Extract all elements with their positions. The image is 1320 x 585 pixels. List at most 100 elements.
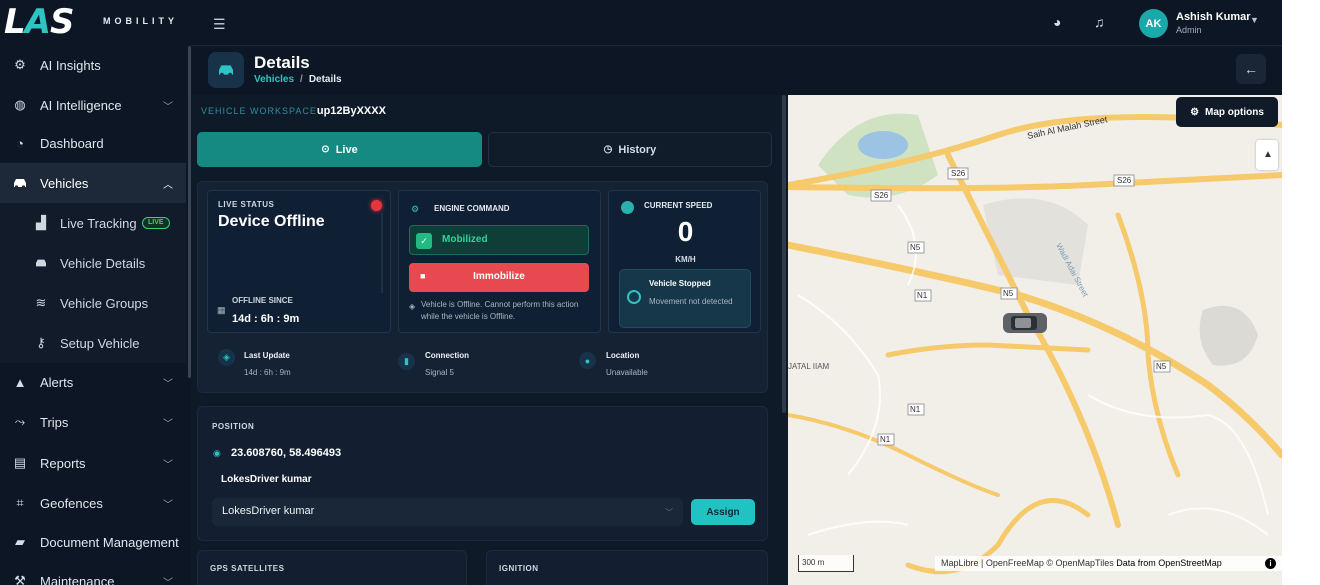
map-pin-icon: ⊙ bbox=[321, 144, 330, 155]
sidebar-item-label: AI Insights bbox=[40, 57, 101, 73]
road-shield-label: S26 bbox=[874, 191, 889, 200]
map-attribution: MapLibre | OpenFreeMap © OpenMapTiles Da… bbox=[935, 556, 1282, 571]
assign-button[interactable]: Assign bbox=[691, 499, 755, 525]
status-bar bbox=[381, 213, 383, 293]
gear-icon: ⚙ bbox=[1190, 106, 1200, 118]
sidebar-item-trips[interactable]: ⤳ Trips ﹀ bbox=[0, 402, 186, 442]
immobilize-button[interactable]: ■ Immobilize bbox=[409, 263, 589, 292]
speed-unit: KM/H bbox=[675, 255, 696, 264]
chevron-down-icon: ﹀ bbox=[163, 418, 173, 430]
robot-icon: ⚙ bbox=[14, 57, 26, 72]
vehicle-marker bbox=[1003, 313, 1047, 333]
sidebar-subitem-vehicle-groups[interactable]: ≋ Vehicle Groups bbox=[0, 283, 186, 323]
lake bbox=[858, 131, 908, 159]
breadcrumb-link-vehicles[interactable]: Vehicles bbox=[254, 74, 294, 85]
attribution-text: MapLibre | OpenFreeMap © OpenMapTiles bbox=[941, 558, 1114, 568]
offline-since-value: 14d : 6h : 9m bbox=[232, 313, 300, 325]
speed-label: CURRENT SPEED bbox=[644, 201, 713, 210]
car-icon bbox=[33, 256, 49, 271]
ignition-card: IGNITION bbox=[486, 550, 768, 585]
position-coords: 23.608760, 58.496493 bbox=[231, 447, 342, 459]
sidebar-item-label: Reports bbox=[40, 455, 86, 471]
driver-name: LokesDriver kumar bbox=[221, 474, 312, 485]
sidebar-item-ai-insights[interactable]: ⚙ AI Insights bbox=[0, 45, 186, 85]
sidebar-item-label: Vehicles bbox=[40, 175, 89, 191]
sidebar-item-ai-intelligence[interactable]: ◍ AI Intelligence ﹀ bbox=[0, 85, 186, 125]
key-icon: ⚷ bbox=[36, 335, 46, 350]
panel-scrollbar[interactable] bbox=[782, 95, 786, 413]
sidebar-subitem-live-tracking[interactable]: ▟ Live Tracking LIVE bbox=[0, 203, 186, 243]
menu-toggle-icon[interactable]: ☰ bbox=[213, 16, 226, 33]
sidebar-subitem-vehicle-details[interactable]: Vehicle Details bbox=[0, 243, 186, 283]
live-status-card: LIVE STATUS Device Offline ▦ OFFLINE SIN… bbox=[207, 190, 391, 333]
car-icon bbox=[12, 175, 28, 191]
breadcrumb: Vehicles / Details bbox=[254, 74, 342, 85]
back-button[interactable]: ← bbox=[1236, 54, 1266, 84]
user-name[interactable]: Ashish Kumar bbox=[1176, 11, 1251, 23]
sidebar-item-label: Live Tracking bbox=[60, 215, 137, 231]
breadcrumb-current: Details bbox=[308, 74, 342, 85]
sidebar-item-label: Alerts bbox=[40, 374, 74, 390]
map-options-button[interactable]: ⚙ Map options bbox=[1176, 97, 1278, 127]
status-indicator bbox=[371, 200, 382, 211]
last-update-value: 14d : 6h : 9m bbox=[244, 368, 291, 377]
position-label: POSITION bbox=[212, 422, 255, 431]
map-view[interactable]: S26 S26 S26 N5 N5 N5 N1 N1 N1 Saih Al Ma… bbox=[788, 95, 1282, 585]
engine-icon: ⚙ bbox=[411, 204, 420, 214]
sidebar-item-alerts[interactable]: ▲ Alerts ﹀ bbox=[0, 362, 186, 402]
attribution-data-link[interactable]: Data from OpenStreetMap bbox=[1116, 558, 1222, 568]
car-icon bbox=[208, 52, 244, 88]
sidebar-item-maintenance[interactable]: ⚒ Maintenance ﹀ bbox=[0, 561, 186, 585]
sidebar-item-geofences[interactable]: ⌗ Geofences ﹀ bbox=[0, 483, 186, 523]
road-shield-label: N1 bbox=[910, 405, 921, 414]
vehicle-state-title: Vehicle Stopped bbox=[649, 279, 711, 288]
vehicle-workspace: VEHICLE WORKSPACEup12ByXXXX bbox=[201, 105, 386, 117]
map-pin-icon: ◉ bbox=[213, 448, 221, 458]
bell-icon[interactable]: ♫ bbox=[1094, 14, 1105, 30]
logo-mark: LAS bbox=[4, 2, 74, 42]
page-header: Details Vehicles / Details ← bbox=[191, 46, 1282, 95]
road-shield-label: S26 bbox=[1117, 176, 1132, 185]
folder-icon: ▰ bbox=[15, 534, 25, 549]
chevron-up-icon: ︿ bbox=[163, 179, 173, 191]
location-value: Unavailable bbox=[606, 368, 648, 377]
device-status: Device Offline bbox=[218, 213, 325, 230]
topbar: ☰ ◕ ♫ AK Ashish Kumar Admin ▼ bbox=[191, 0, 1282, 46]
tab-label: History bbox=[618, 143, 657, 156]
engine-command-card: ⚙ ENGINE COMMAND ✓ Mobilized ■ Immobiliz… bbox=[398, 190, 601, 333]
sidebar-item-dashboard[interactable]: ◔ Dashboard bbox=[0, 123, 186, 163]
map-scale: 300 m bbox=[798, 555, 854, 572]
vehicle-state-subtitle: Movement not detected bbox=[649, 297, 733, 306]
tab-live[interactable]: ⊙ Live bbox=[197, 132, 482, 167]
sidebar-item-vehicles[interactable]: Vehicles ︿ bbox=[0, 163, 186, 203]
sidebar-item-reports[interactable]: ▤ Reports ﹀ bbox=[0, 443, 186, 483]
driver-select[interactable]: LokesDriver kumar ﹀ bbox=[212, 498, 683, 526]
connection-label: Connection bbox=[425, 351, 469, 360]
map-pin-icon: ▟ bbox=[36, 215, 46, 230]
shield-icon: ◈ bbox=[409, 302, 416, 311]
tab-history[interactable]: ◷ History bbox=[488, 132, 772, 167]
sidebar-item-label: Dashboard bbox=[40, 135, 104, 151]
map-canvas: S26 S26 S26 N5 N5 N5 N1 N1 N1 Saih Al Ma… bbox=[788, 95, 1282, 585]
brand-logo[interactable]: LAS MOBILITY bbox=[0, 0, 190, 46]
caret-down-icon[interactable]: ▼ bbox=[1250, 15, 1259, 25]
road-shield-label: N1 bbox=[917, 291, 928, 300]
offline-since-label: OFFLINE SINCE bbox=[232, 296, 293, 305]
app-window: LAS MOBILITY ⚙ AI Insights ◍ AI Intellig… bbox=[0, 0, 1282, 585]
sidebar-item-label: Trips bbox=[40, 414, 69, 430]
sidebar-item-document-management[interactable]: ▰ Document Management bbox=[0, 522, 186, 562]
connection-value: Signal 5 bbox=[425, 368, 454, 377]
avatar[interactable]: AK bbox=[1139, 9, 1168, 38]
speed-card: CURRENT SPEED 0 KM/H Vehicle Stopped Mov… bbox=[608, 190, 761, 333]
immobilize-label: Immobilize bbox=[473, 271, 525, 282]
palette-icon[interactable]: ◕ bbox=[1053, 14, 1061, 30]
gps-satellites-label: GPS SATELLITES bbox=[210, 564, 285, 573]
compass-control[interactable]: ▲ bbox=[1256, 140, 1278, 170]
mobilized-button[interactable]: ✓ Mobilized bbox=[409, 225, 589, 255]
sidebar-item-label: Geofences bbox=[40, 495, 103, 511]
chevron-down-icon: ﹀ bbox=[163, 499, 173, 511]
breadcrumb-separator: / bbox=[300, 74, 303, 85]
info-icon[interactable]: i bbox=[1265, 558, 1276, 569]
road-shield-label: N1 bbox=[880, 435, 891, 444]
sidebar-subitem-setup-vehicle[interactable]: ⚷ Setup Vehicle bbox=[0, 323, 186, 363]
